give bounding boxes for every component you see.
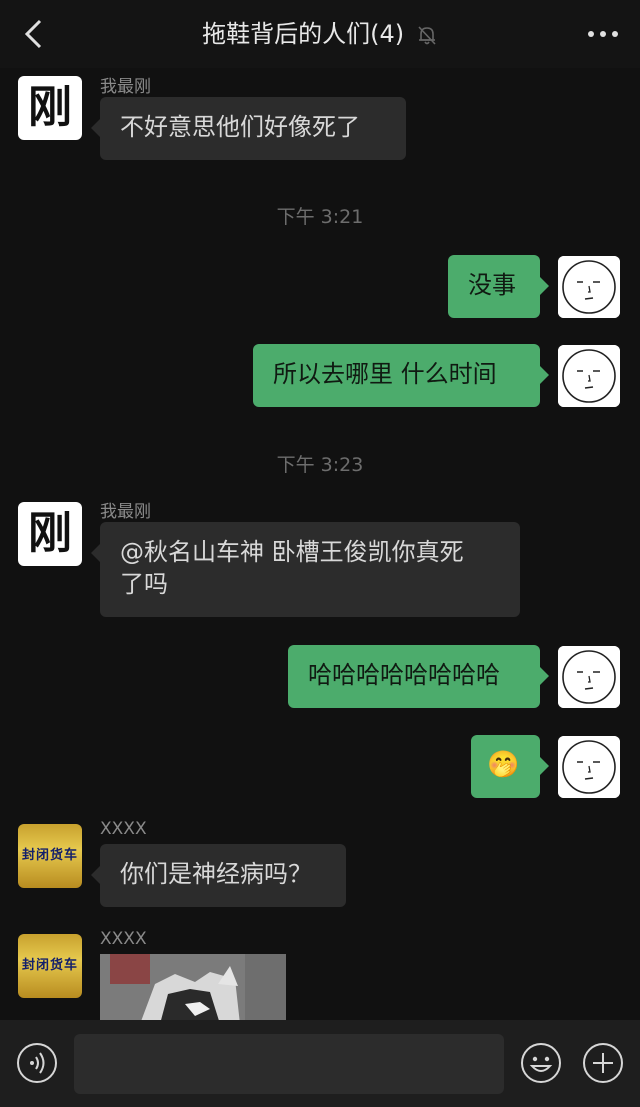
- chat-title: 拖鞋背后的人们(4): [0, 18, 640, 50]
- sender-name: 我最刚: [100, 77, 151, 97]
- message-bubble-outgoing[interactable]: 没事: [448, 255, 549, 318]
- message-text: 你们是神经病吗？: [120, 860, 312, 888]
- avatar[interactable]: [558, 646, 620, 708]
- message-text-line: 了吗: [120, 570, 168, 598]
- more-dots-icon[interactable]: [584, 20, 622, 48]
- chat-header: 拖鞋背后的人们(4): [0, 0, 640, 68]
- sender-name: 我最刚: [100, 502, 151, 522]
- message-text: 没事: [468, 271, 516, 299]
- message-bubble-incoming[interactable]: @秋名山车神 卧槽王俊凯你真死 了吗: [91, 522, 520, 617]
- message-text-line: @秋名山车神 卧槽王俊凯你真死: [120, 538, 464, 566]
- emoji-icon[interactable]: [520, 1042, 562, 1084]
- message-text: 哈哈哈哈哈哈哈哈: [308, 661, 500, 689]
- avatar[interactable]: [558, 256, 620, 318]
- message-input[interactable]: [74, 1034, 504, 1094]
- message-bubble-outgoing[interactable]: 🤭: [471, 735, 549, 798]
- plus-icon[interactable]: [582, 1042, 624, 1084]
- message-list[interactable]: 刚 我最刚 不好意思他们好像死了 下午 3:21 没事 所以去哪里 什么时间 下…: [0, 68, 640, 1020]
- message-bubble-outgoing[interactable]: 所以去哪里 什么时间: [253, 344, 549, 407]
- message-bubble-incoming[interactable]: 你们是神经病吗？: [91, 844, 346, 907]
- avatar[interactable]: 刚: [18, 502, 82, 566]
- message-text: 所以去哪里 什么时间: [273, 360, 497, 388]
- voice-icon[interactable]: [16, 1042, 58, 1084]
- message-bubble-incoming[interactable]: 不好意思他们好像死了: [91, 97, 406, 160]
- member-count: (4): [370, 20, 405, 48]
- timestamp: 下午 3:21: [276, 206, 364, 228]
- input-bar: [0, 1020, 640, 1107]
- message-text: 不好意思他们好像死了: [120, 113, 360, 141]
- avatar[interactable]: 封闭货车: [18, 824, 82, 888]
- bell-off-icon: [418, 26, 436, 45]
- sender-name: XXXX: [100, 819, 147, 839]
- sender-name: XXXX: [100, 929, 147, 949]
- group-name: 拖鞋背后的人们: [202, 20, 371, 48]
- emoji-message: 🤭: [487, 750, 520, 780]
- husky-photo[interactable]: [100, 954, 286, 1020]
- message-bubble-outgoing[interactable]: 哈哈哈哈哈哈哈哈: [288, 645, 549, 708]
- avatar[interactable]: [558, 736, 620, 798]
- avatar[interactable]: [558, 345, 620, 407]
- avatar[interactable]: 封闭货车: [18, 934, 82, 998]
- avatar[interactable]: 刚: [18, 76, 82, 140]
- timestamp: 下午 3:23: [276, 454, 364, 476]
